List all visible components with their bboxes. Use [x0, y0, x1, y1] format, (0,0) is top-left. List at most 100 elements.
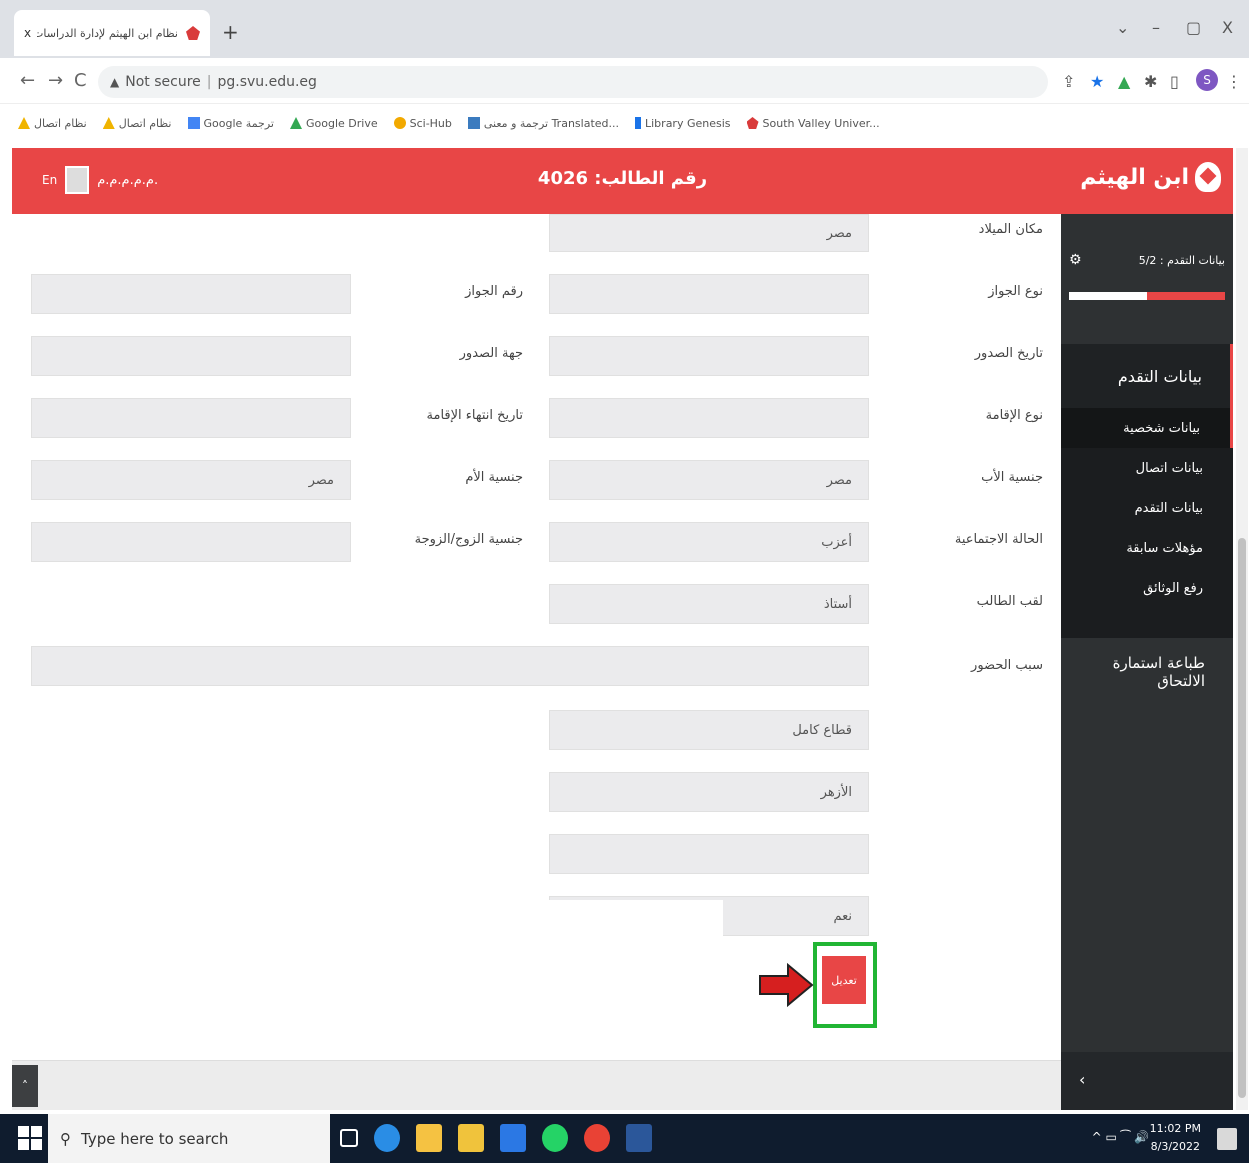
bookmark-item[interactable]: نظام اتصال — [102, 117, 172, 130]
back-button[interactable]: ← — [20, 70, 35, 91]
tab-title: نظام ابن الهيثم لإدارة الدراسات العـ — [37, 26, 178, 40]
word-icon[interactable] — [626, 1124, 652, 1152]
site-header: ابن الهيثم رقم الطالب: 4026 En م.م.م.م.م… — [12, 148, 1233, 214]
sidebar-section-application-data[interactable]: بيانات التقدم — [1061, 344, 1233, 408]
language-toggle[interactable]: En — [42, 173, 57, 187]
attendance-reason-field[interactable] — [31, 646, 869, 686]
field-label: نوع الجواز — [988, 284, 1043, 299]
maximize-button[interactable]: ▢ — [1186, 18, 1201, 37]
progress-bar — [1069, 292, 1225, 300]
extensions-icon[interactable]: ✱ — [1144, 72, 1157, 91]
share-icon[interactable]: ⇪ — [1062, 72, 1075, 91]
bookmark-label: Library Genesis — [645, 116, 731, 130]
residence-expiry-field[interactable] — [31, 398, 351, 438]
drive-extension-icon[interactable]: ▲ — [1118, 72, 1130, 91]
issue-date-field[interactable] — [549, 336, 869, 376]
bookmark-item[interactable]: Google Drive — [289, 117, 378, 130]
university-icon — [746, 117, 759, 129]
extra-field[interactable] — [549, 834, 869, 874]
clock-time: 11:02 PM — [1149, 1122, 1201, 1135]
forward-button[interactable]: → — [48, 70, 63, 91]
url-separator: | — [206, 74, 212, 90]
search-placeholder: Type here to search — [81, 1129, 229, 1148]
profile-avatar[interactable]: S — [1196, 69, 1218, 91]
bookmark-item[interactable]: نظام اتصال — [18, 117, 87, 130]
page-scrollbar[interactable] — [1236, 148, 1248, 1110]
bookmark-label: نظام اتصال — [34, 116, 87, 130]
translate-icon — [467, 117, 480, 129]
bookmark-label: South Valley Univer... — [762, 116, 880, 130]
field-label: سبب الحضور — [971, 658, 1043, 673]
bookmark-star-icon[interactable]: ★ — [1090, 72, 1104, 91]
spouse-nationality-field[interactable] — [31, 522, 351, 562]
field-label: جنسية الزوج/الزوجة — [414, 532, 523, 547]
browser-tab[interactable]: نظام ابن الهيثم لإدارة الدراسات العـ x — [14, 10, 210, 56]
store-icon[interactable] — [416, 1124, 442, 1152]
tab-search-icon[interactable]: ⌄ — [1116, 18, 1129, 37]
tab-close-icon[interactable]: x — [24, 26, 31, 40]
task-view-icon[interactable] — [340, 1129, 358, 1147]
chevron-right-icon[interactable]: › — [1079, 1070, 1085, 1089]
whatsapp-icon[interactable] — [542, 1124, 568, 1152]
sidebar-item-application-data[interactable]: بيانات التقدم — [1061, 488, 1233, 528]
bookmark-label: Google ترجمة — [203, 116, 274, 130]
bookmark-item[interactable]: ترجمة و معنى Translated... — [467, 117, 619, 130]
marital-status-field[interactable]: أعزب — [549, 522, 869, 562]
extra-field[interactable]: قطاع كامل — [549, 710, 869, 750]
residence-type-field[interactable] — [549, 398, 869, 438]
student-title-field[interactable]: أستاذ — [549, 584, 869, 624]
passport-number-field[interactable] — [31, 274, 351, 314]
security-label: Not secure — [125, 74, 201, 90]
bookmark-item[interactable]: Library Genesis — [635, 117, 731, 130]
system-tray[interactable]: ^ ▭ ⁀ 🔊 — [1092, 1130, 1149, 1144]
passport-type-field[interactable] — [549, 274, 869, 314]
father-nationality-field[interactable]: مصر — [549, 460, 869, 500]
settings-gear-icon[interactable]: ⚙ — [1069, 252, 1082, 268]
sidebar-item-upload-documents[interactable]: رفع الوثائق — [1061, 568, 1233, 608]
menu-kebab-icon[interactable]: ⋮ — [1226, 72, 1242, 91]
field-label: نوع الإقامة — [985, 408, 1043, 423]
issuer-field[interactable] — [31, 336, 351, 376]
reload-button[interactable]: C — [74, 70, 87, 91]
close-window-button[interactable]: X — [1222, 18, 1233, 37]
sidebar-item-personal-data[interactable]: بيانات شخصية — [1061, 408, 1233, 448]
mail-icon[interactable] — [500, 1124, 526, 1152]
birthplace-field[interactable]: مصر — [549, 214, 869, 252]
scroll-top-button[interactable]: ˄ — [12, 1065, 38, 1107]
scroll-thumb[interactable] — [1238, 538, 1246, 1098]
explorer-icon[interactable] — [458, 1124, 484, 1152]
minimize-button[interactable]: – — [1152, 18, 1160, 37]
sidebar: بيانات التقدم : 5/2 ⚙ بيانات التقدم بيان… — [1061, 214, 1233, 1110]
windows-start-icon[interactable] — [18, 1126, 42, 1150]
sidebar-item-print-form[interactable]: طباعة استمارة الالتحاق — [1061, 654, 1233, 690]
new-tab-button[interactable]: + — [222, 20, 239, 44]
field-label: تاريخ الصدور — [974, 346, 1043, 361]
bookmark-item[interactable]: South Valley Univer... — [746, 116, 880, 130]
bookmark-item[interactable]: Sci-Hub — [393, 116, 452, 130]
edge-icon[interactable] — [374, 1124, 400, 1152]
sidepanel-icon[interactable]: ▯ — [1170, 72, 1179, 91]
field-label: الحالة الاجتماعية — [954, 532, 1043, 547]
chrome-icon[interactable] — [584, 1124, 610, 1152]
address-bar[interactable]: ▲ Not secure | pg.svu.edu.eg — [98, 66, 1048, 98]
edit-submit-button[interactable]: تعديل — [822, 956, 866, 1004]
progress-label: بيانات التقدم : 5/2 — [1138, 254, 1225, 267]
taskbar-search[interactable]: ⚲ Type here to search — [48, 1114, 330, 1163]
bookmark-label: Sci-Hub — [409, 116, 452, 130]
field-label: جنسية الأب — [981, 470, 1043, 485]
windows-taskbar: ⚲ Type here to search ^ ▭ ⁀ 🔊 11:02 PM 8… — [0, 1114, 1249, 1163]
extra-field[interactable]: الأزهر — [549, 772, 869, 812]
sidebar-item-previous-qualifications[interactable]: مؤهلات سابقة — [1061, 528, 1233, 568]
mother-nationality-field[interactable]: مصر — [31, 460, 351, 500]
bookmarks-bar: نظام اتصال نظام اتصال Google ترجمة Googl… — [0, 104, 1249, 142]
search-icon: ⚲ — [60, 1129, 71, 1148]
avatar[interactable] — [65, 166, 90, 194]
user-menu[interactable]: En م.م.م.م.م. — [30, 166, 158, 194]
taskbar-clock[interactable]: 11:02 PM 8/3/2022 — [1150, 1120, 1201, 1156]
notification-icon[interactable] — [1217, 1128, 1237, 1150]
bookmark-item[interactable]: Google ترجمة — [187, 116, 274, 130]
field-label: مكان الميلاد — [978, 222, 1043, 237]
sidebar-item-contact-data[interactable]: بيانات اتصال — [1061, 448, 1233, 488]
field-label: جنسية الأم — [465, 470, 523, 485]
clock-date: 8/3/2022 — [1150, 1140, 1201, 1153]
